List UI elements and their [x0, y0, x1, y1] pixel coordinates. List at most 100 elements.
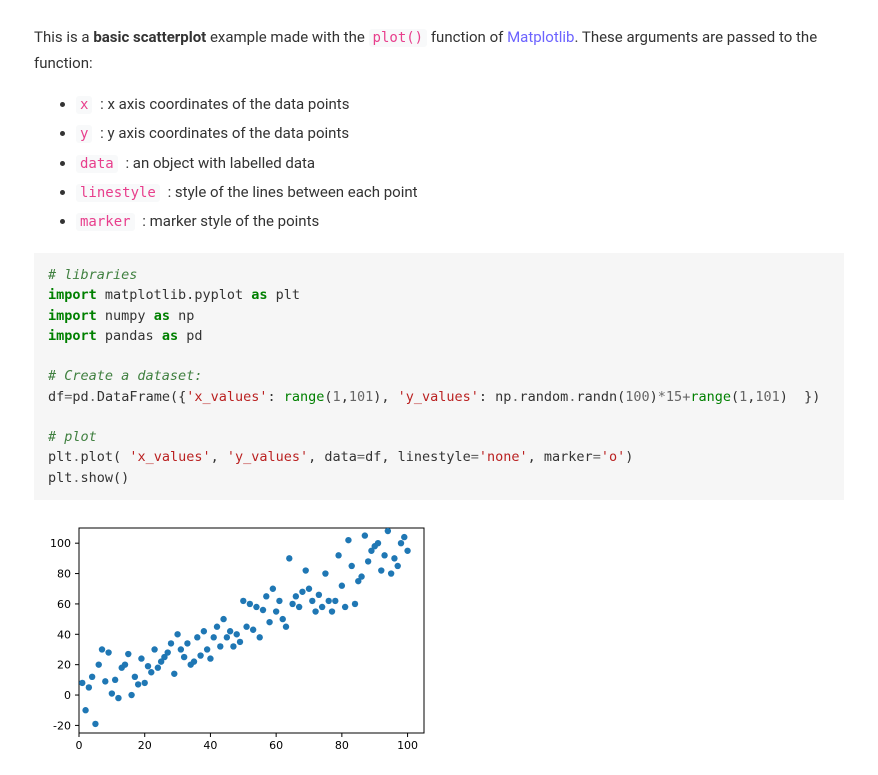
data-point	[115, 695, 121, 701]
arg-code: y	[76, 125, 92, 143]
data-point	[335, 552, 341, 558]
data-point	[138, 655, 144, 661]
intro-bold: basic scatterplot	[93, 28, 206, 46]
data-point	[109, 690, 115, 696]
data-point	[102, 678, 108, 684]
x-tick-label: 20	[138, 739, 152, 752]
data-point	[82, 707, 88, 713]
data-point	[273, 608, 279, 614]
data-point	[247, 601, 253, 607]
intro-paragraph: This is a basic scatterplot example made…	[34, 25, 844, 76]
data-point	[184, 640, 190, 646]
data-point	[388, 570, 394, 576]
data-point	[276, 598, 282, 604]
data-point	[227, 628, 233, 634]
data-point	[79, 680, 85, 686]
data-point	[332, 598, 338, 604]
data-point	[342, 604, 348, 610]
arg-code: linestyle	[76, 184, 160, 202]
data-point	[345, 537, 351, 543]
data-point	[178, 646, 184, 652]
data-point	[283, 623, 289, 629]
data-point	[270, 586, 276, 592]
data-point	[257, 634, 263, 640]
data-point	[289, 601, 295, 607]
list-item: data : an object with labelled data	[76, 150, 844, 177]
data-point	[122, 661, 128, 667]
data-point	[404, 548, 410, 554]
data-point	[125, 651, 131, 657]
data-point	[253, 604, 259, 610]
y-tick-label: -20	[53, 719, 71, 732]
scatter-chart: -20020406080100020406080100	[34, 520, 844, 755]
data-point	[398, 540, 404, 546]
data-point	[309, 598, 315, 604]
arg-desc: : x axis coordinates of the data points	[96, 95, 349, 113]
data-point	[230, 643, 236, 649]
code-example: # libraries import matplotlib.pyplot as …	[34, 253, 844, 500]
data-point	[352, 601, 358, 607]
data-point	[217, 643, 223, 649]
data-point	[174, 631, 180, 637]
data-point	[112, 677, 118, 683]
data-point	[214, 623, 220, 629]
data-point	[303, 567, 309, 573]
data-point	[395, 563, 401, 569]
data-point	[142, 680, 148, 686]
arg-desc: : y axis coordinates of the data points	[96, 124, 349, 142]
data-point	[224, 634, 230, 640]
data-point	[391, 555, 397, 561]
data-point	[260, 607, 266, 613]
data-point	[381, 552, 387, 558]
arg-code: x	[76, 96, 92, 114]
intro-text: example made with the	[206, 28, 368, 46]
data-point	[155, 664, 161, 670]
list-item: y : y axis coordinates of the data point…	[76, 120, 844, 147]
arg-desc: : style of the lines between each point	[164, 183, 418, 201]
x-tick-label: 40	[203, 739, 217, 752]
list-item: x : x axis coordinates of the data point…	[76, 91, 844, 118]
data-point	[316, 592, 322, 598]
x-tick-label: 100	[397, 739, 418, 752]
list-item: marker : marker style of the points	[76, 208, 844, 235]
data-point	[89, 674, 95, 680]
data-point	[263, 593, 269, 599]
x-tick-label: 80	[335, 739, 349, 752]
data-point	[168, 640, 174, 646]
data-point	[286, 555, 292, 561]
list-item: linestyle : style of the lines between e…	[76, 179, 844, 206]
data-point	[237, 639, 243, 645]
data-point	[378, 567, 384, 573]
data-point	[194, 634, 200, 640]
data-point	[362, 532, 368, 538]
data-point	[211, 634, 217, 640]
data-point	[220, 616, 226, 622]
data-point	[329, 608, 335, 614]
x-tick-label: 0	[76, 739, 83, 752]
data-point	[171, 671, 177, 677]
argument-list: x : x axis coordinates of the data point…	[34, 91, 844, 235]
data-point	[375, 540, 381, 546]
data-point	[243, 623, 249, 629]
data-point	[165, 649, 171, 655]
y-tick-label: 0	[64, 689, 71, 702]
intro-text: This is a	[34, 28, 93, 46]
data-point	[266, 619, 272, 625]
data-point	[204, 646, 210, 652]
data-point	[250, 627, 256, 633]
data-point	[105, 649, 111, 655]
data-point	[280, 616, 286, 622]
intro-code: plot()	[369, 29, 428, 47]
data-point	[296, 604, 302, 610]
data-point	[322, 570, 328, 576]
arg-desc: : marker style of the points	[139, 212, 320, 230]
data-point	[197, 652, 203, 658]
x-tick-label: 60	[269, 739, 283, 752]
data-point	[293, 593, 299, 599]
matplotlib-link[interactable]: Matplotlib	[507, 28, 574, 46]
data-point	[339, 582, 345, 588]
data-point	[358, 573, 364, 579]
data-point	[207, 655, 213, 661]
data-point	[181, 654, 187, 660]
y-tick-label: 100	[50, 537, 71, 550]
